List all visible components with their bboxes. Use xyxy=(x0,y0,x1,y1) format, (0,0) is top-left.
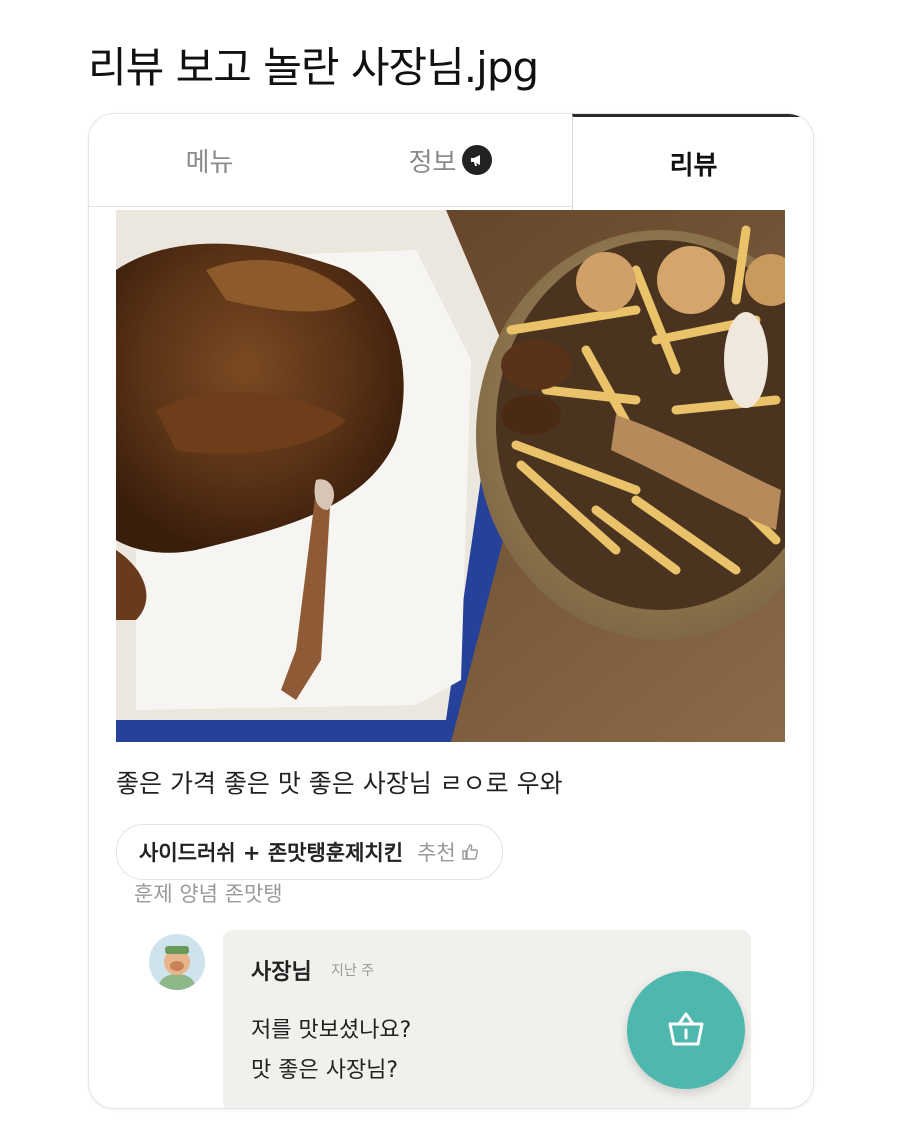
review-photo xyxy=(116,210,785,742)
tab-info-label: 정보 xyxy=(408,147,457,178)
megaphone-icon xyxy=(462,145,493,175)
thumbs-up-icon xyxy=(460,842,480,862)
cart-button[interactable] xyxy=(627,971,745,1089)
reply-author: 사장님 xyxy=(251,960,312,985)
review-subtext: 훈제 양념 존맛탱 xyxy=(134,882,283,906)
review-card: 메뉴 정보 리뷰 좋은 가격 좋은 맛 좋은 사장님 ㄹㅇ로 우와 사이드러쉬 … xyxy=(88,113,814,1109)
menu-tag-label: 사이드러쉬 + 존맛탱훈제치킨 xyxy=(139,841,404,865)
review-text: 좋은 가격 좋은 맛 좋은 사장님 ㄹㅇ로 우와 xyxy=(116,769,563,798)
tab-menu-label: 메뉴 xyxy=(185,147,234,178)
owner-avatar xyxy=(149,934,205,990)
reply-text-line-1: 저를 맛보셨나요? xyxy=(251,1018,412,1043)
tab-info[interactable]: 정보 xyxy=(330,114,571,206)
tab-bar: 메뉴 정보 리뷰 xyxy=(89,114,813,210)
menu-tag[interactable]: 사이드러쉬 + 존맛탱훈제치킨 추천 xyxy=(116,824,503,880)
reply-text-line-2: 맛 좋은 사장님? xyxy=(251,1058,399,1083)
recommend-label: 추천 xyxy=(417,841,456,865)
post-title: 리뷰 보고 놀란 사장님.jpg xyxy=(88,43,539,92)
basket-icon xyxy=(664,1010,708,1050)
tab-review[interactable]: 리뷰 xyxy=(572,114,813,210)
tab-review-label: 리뷰 xyxy=(669,151,718,181)
reply-time: 지난 주 xyxy=(331,963,375,979)
tab-menu[interactable]: 메뉴 xyxy=(89,114,330,206)
